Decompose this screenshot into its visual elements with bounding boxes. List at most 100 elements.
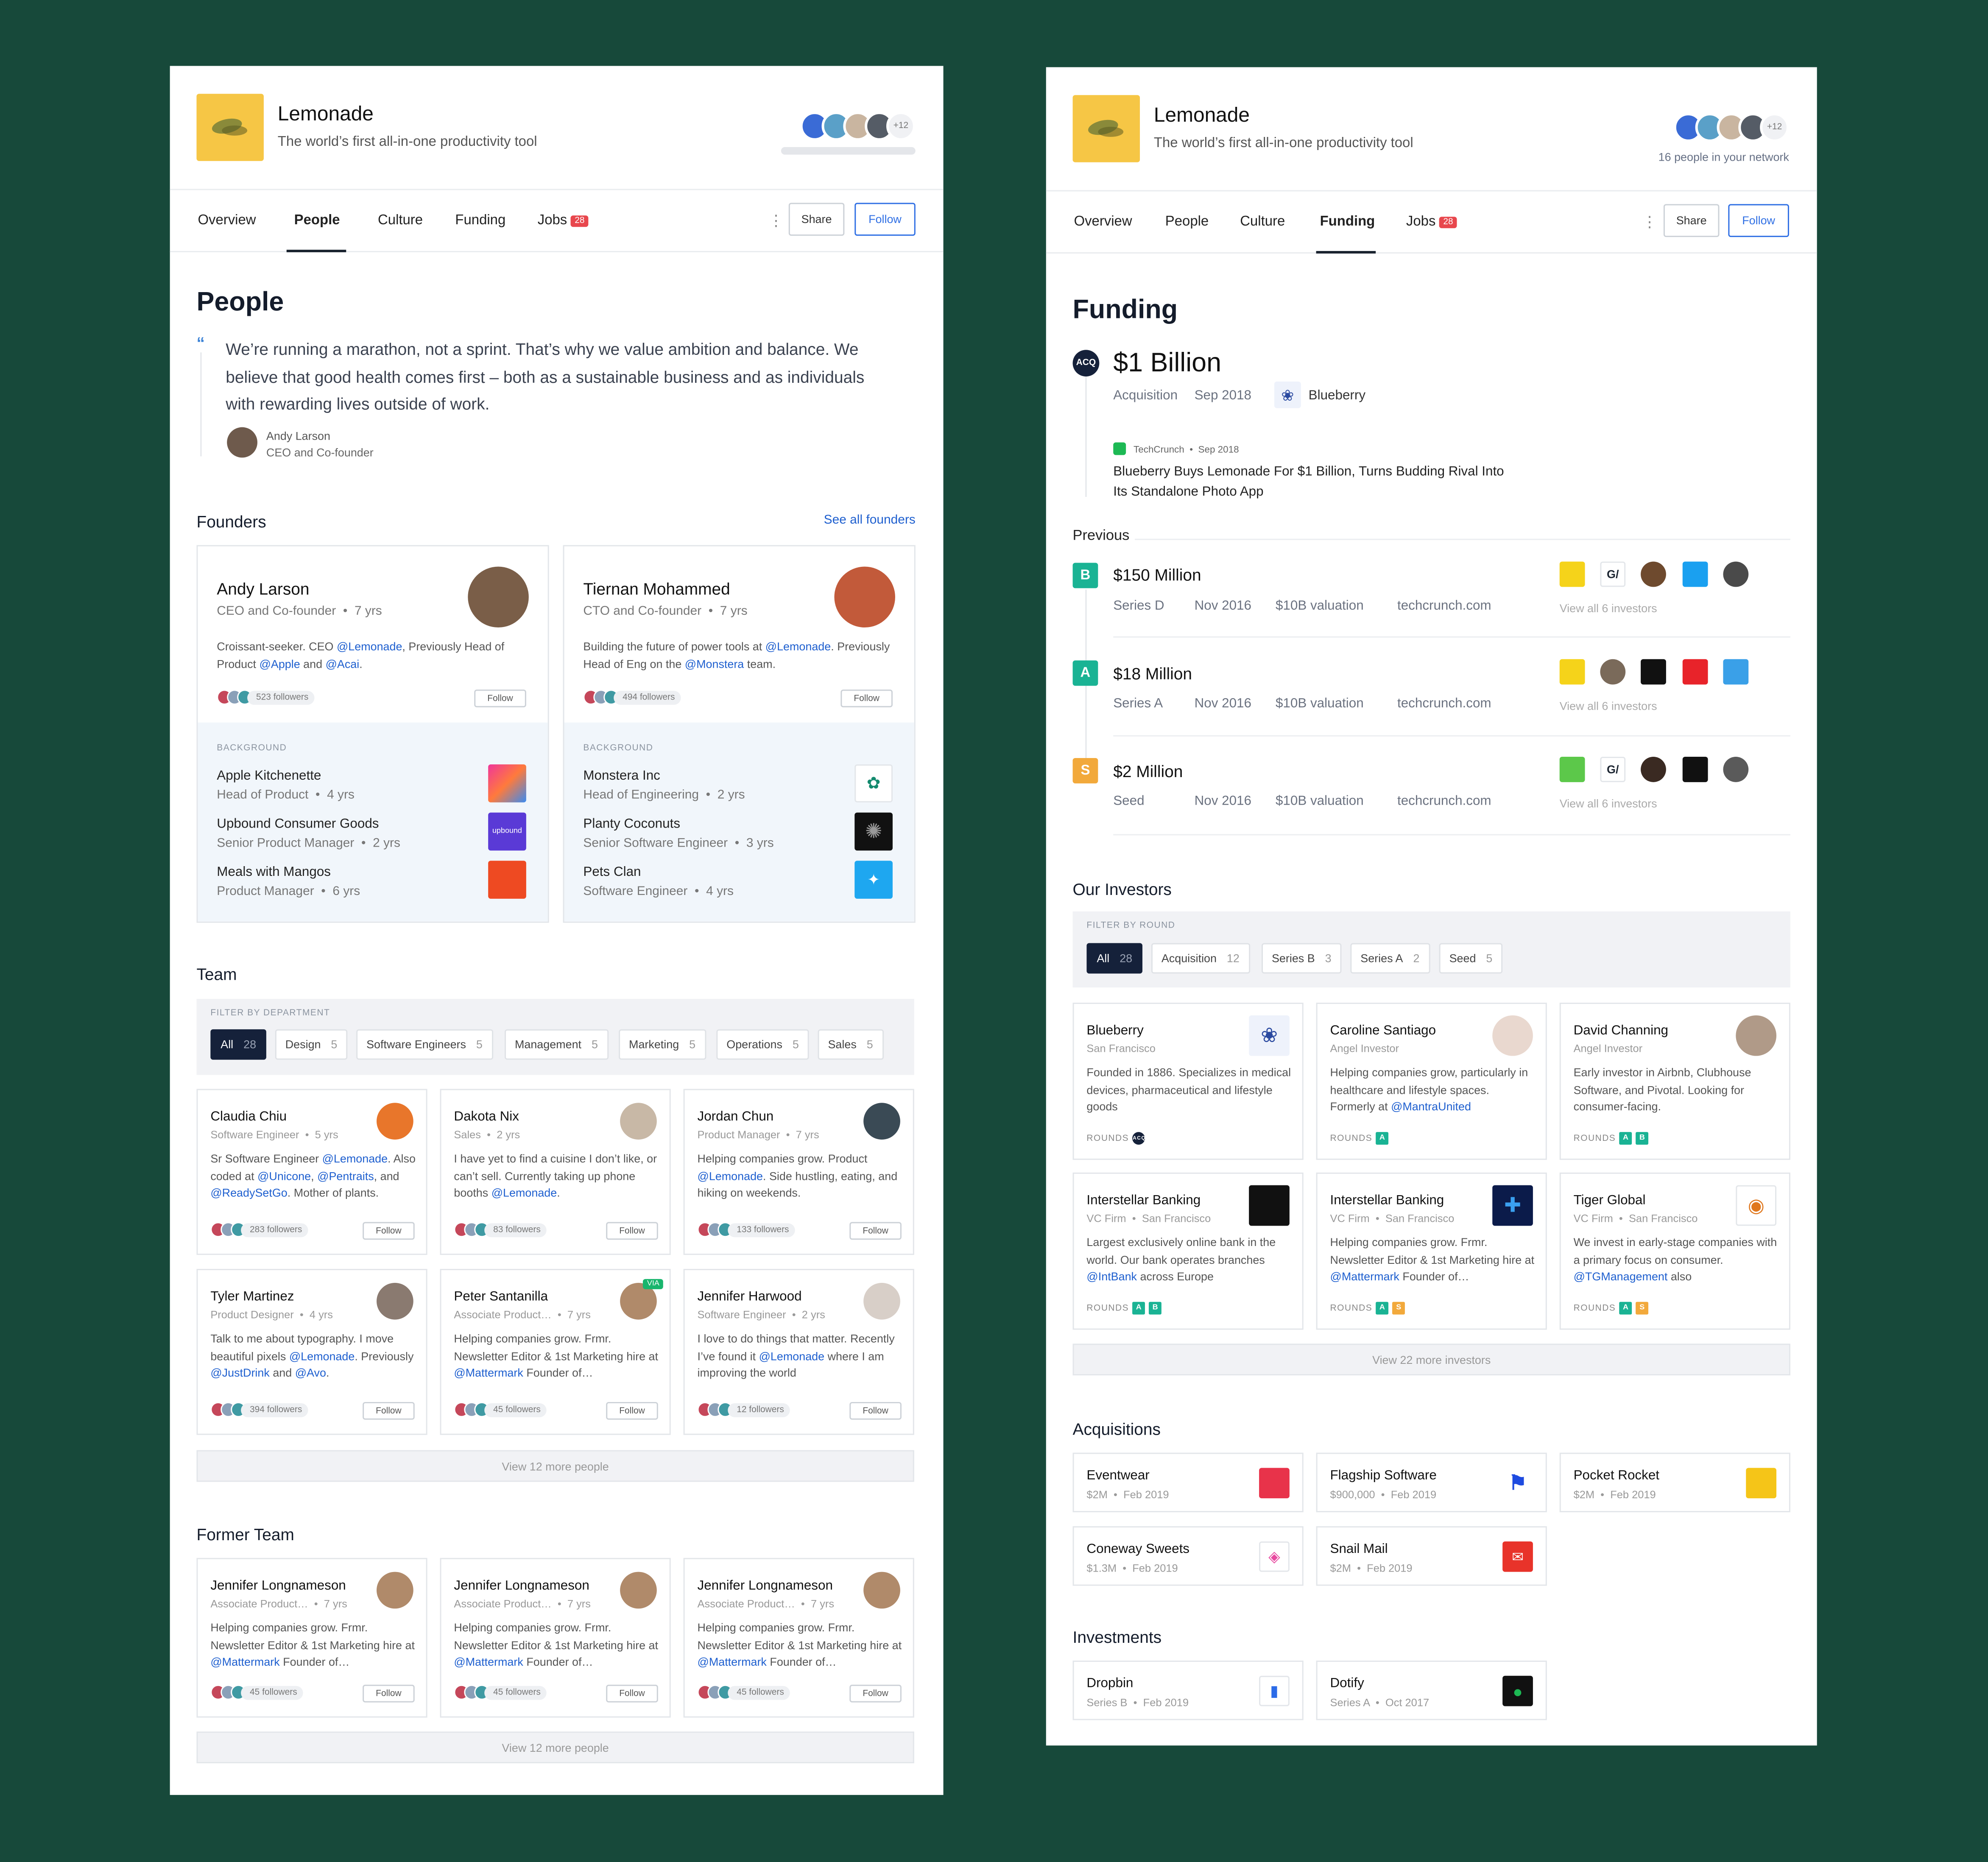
investor-avatar[interactable] [1641, 561, 1666, 587]
investor-logo[interactable] [1559, 659, 1585, 685]
follow-button[interactable]: Follow [1728, 204, 1789, 237]
round-source-link[interactable]: techcrunch.com [1397, 794, 1491, 809]
share-button[interactable]: Share [788, 203, 845, 236]
investor-card[interactable]: Blueberry San Francisco ❀ Founded in 188… [1072, 1003, 1304, 1160]
follow-button[interactable]: Follow [849, 1402, 902, 1420]
investor-avatar[interactable] [1723, 757, 1749, 782]
mention-link[interactable]: @Unicone [257, 1169, 311, 1182]
tab-culture[interactable]: Culture [378, 213, 423, 228]
mention-link[interactable]: @Lemonade [698, 1169, 763, 1182]
tab-jobs[interactable]: Jobs 28 [1406, 214, 1457, 229]
investor-card[interactable]: Caroline Santiago Angel Investor Helping… [1316, 1003, 1547, 1160]
investor-card[interactable]: Interstellar Banking VC Firm • San Franc… [1316, 1172, 1547, 1330]
tab-funding[interactable]: Funding [455, 213, 505, 228]
investor-logo[interactable] [1723, 659, 1749, 685]
mention-link[interactable]: @Lemonade [759, 1349, 824, 1362]
view-more-investors-button[interactable]: View 22 more investors [1072, 1344, 1790, 1376]
view-all-investors-link[interactable]: View all 6 investors [1560, 602, 1657, 615]
followers-group[interactable]: 133 followers [697, 1222, 796, 1238]
followers-group[interactable]: 523 followers [217, 689, 315, 705]
investor-logo[interactable] [1682, 757, 1708, 782]
mention-link[interactable]: @Mattermark [698, 1656, 767, 1668]
followers-group[interactable]: 45 followers [210, 1684, 304, 1700]
network-avatars[interactable]: +12 [1673, 113, 1789, 142]
mention-link[interactable]: @Mattermark [454, 1656, 523, 1668]
mention-link[interactable]: @Lemonade [491, 1187, 557, 1199]
mention-link[interactable]: @IntBank [1086, 1270, 1137, 1283]
filter-chip-management[interactable]: Management 5 [505, 1029, 608, 1060]
filter-chip-all[interactable]: All 28 [210, 1029, 266, 1060]
filter-chip-seed[interactable]: Seed 5 [1439, 943, 1503, 974]
investor-logo[interactable]: G/ [1600, 757, 1626, 782]
mention-link[interactable]: @Monstera [685, 657, 744, 670]
mention-link[interactable]: @Pentraits [317, 1169, 374, 1182]
more-options-icon[interactable]: ⋮ [1642, 213, 1657, 231]
investor-logo[interactable] [1682, 561, 1708, 587]
filter-chip-software-engineers[interactable]: Software Engineers 5 [356, 1029, 493, 1060]
tab-overview[interactable]: Overview [198, 213, 256, 228]
mention-link[interactable]: @Lemonade [765, 640, 831, 653]
mention-link[interactable]: @ReadySetGo [210, 1187, 287, 1199]
followers-group[interactable]: 83 followers [454, 1222, 547, 1238]
follow-button[interactable]: Follow [606, 1684, 658, 1703]
follow-button[interactable]: Follow [854, 203, 916, 236]
acquisition-card[interactable]: Eventwear $2M • Feb 2019 [1072, 1452, 1304, 1513]
tab-people[interactable]: People [1165, 214, 1209, 229]
mention-link[interactable]: @Acai [326, 657, 360, 670]
investor-card[interactable]: David Channing Angel Investor Early inve… [1559, 1003, 1790, 1160]
investor-avatar[interactable] [1723, 561, 1749, 587]
followers-group[interactable]: 12 followers [697, 1402, 790, 1417]
acquirer-name[interactable]: Blueberry [1309, 388, 1365, 403]
followers-group[interactable]: 283 followers [210, 1222, 309, 1238]
mention-link[interactable]: @Mattermark [454, 1366, 523, 1379]
mention-link[interactable]: @Avo [295, 1366, 326, 1379]
follow-button[interactable]: Follow [849, 1684, 902, 1703]
mention-link[interactable]: @MantraUnited [1391, 1100, 1471, 1113]
more-options-icon[interactable]: ⋮ [768, 212, 784, 229]
followers-group[interactable]: 494 followers [583, 689, 681, 705]
follow-button[interactable]: Follow [849, 1222, 902, 1240]
investor-avatar[interactable] [1600, 659, 1626, 685]
followers-group[interactable]: 45 followers [454, 1684, 547, 1700]
acquisition-card[interactable]: Coneway Sweets $1.3M • Feb 2019 ◈ [1072, 1526, 1304, 1586]
follow-button[interactable]: Follow [363, 1684, 415, 1703]
investor-logo[interactable] [1559, 561, 1585, 587]
filter-chip-marketing[interactable]: Marketing 5 [619, 1029, 706, 1060]
mention-link[interactable]: @Lemonade [322, 1152, 388, 1165]
investor-logo[interactable]: G/ [1600, 561, 1626, 587]
filter-chip-design[interactable]: Design 5 [275, 1029, 348, 1060]
follow-button[interactable]: Follow [474, 689, 526, 708]
tab-jobs[interactable]: Jobs 28 [538, 213, 589, 228]
tab-overview[interactable]: Overview [1074, 214, 1132, 229]
view-all-investors-link[interactable]: View all 6 investors [1560, 797, 1657, 810]
view-all-investors-link[interactable]: View all 6 investors [1560, 700, 1657, 712]
filter-chip-operations[interactable]: Operations 5 [716, 1029, 809, 1060]
share-button[interactable]: Share [1663, 204, 1720, 237]
investor-logo[interactable] [1641, 659, 1666, 685]
follow-button[interactable]: Follow [606, 1402, 658, 1420]
investment-card[interactable]: Dropbin Series B • Feb 2019 ▮ [1072, 1660, 1304, 1720]
filter-chip-sales[interactable]: Sales 5 [818, 1029, 883, 1060]
acquisition-card[interactable]: Flagship Software $900,000 • Feb 2019 ⚑ [1316, 1452, 1547, 1513]
followers-group[interactable]: 45 followers [454, 1402, 547, 1417]
acquisition-card[interactable]: Snail Mail $2M • Feb 2019 ✉ [1316, 1526, 1547, 1586]
mention-link[interactable]: @Apple [260, 657, 300, 670]
investor-logo[interactable] [1559, 757, 1585, 782]
investment-card[interactable]: Dotify Series A • Oct 2017 ● [1316, 1660, 1547, 1720]
investor-card[interactable]: Tiger Global VC Firm • San Francisco ◉ W… [1559, 1172, 1790, 1330]
network-avatars[interactable]: +12 [800, 111, 916, 141]
follow-button[interactable]: Follow [840, 689, 893, 708]
mention-link[interactable]: @Lemonade [337, 640, 402, 653]
round-source-link[interactable]: techcrunch.com [1397, 598, 1491, 613]
view-more-former-button[interactable]: View 12 more people [196, 1731, 914, 1764]
acquisition-card[interactable]: Pocket Rocket $2M • Feb 2019 [1559, 1452, 1790, 1513]
investor-logo[interactable] [1682, 659, 1708, 685]
tab-culture[interactable]: Culture [1240, 214, 1285, 229]
news-headline[interactable]: Blueberry Buys Lemonade For $1 Billion, … [1113, 461, 1519, 502]
round-source-link[interactable]: techcrunch.com [1397, 696, 1491, 711]
investor-avatar[interactable] [1641, 757, 1666, 782]
tab-funding[interactable]: Funding [1320, 214, 1375, 229]
filter-chip-series-a[interactable]: Series A 2 [1350, 943, 1430, 974]
see-all-founders-link[interactable]: See all founders [824, 513, 916, 527]
followers-group[interactable]: 45 followers [697, 1684, 790, 1700]
